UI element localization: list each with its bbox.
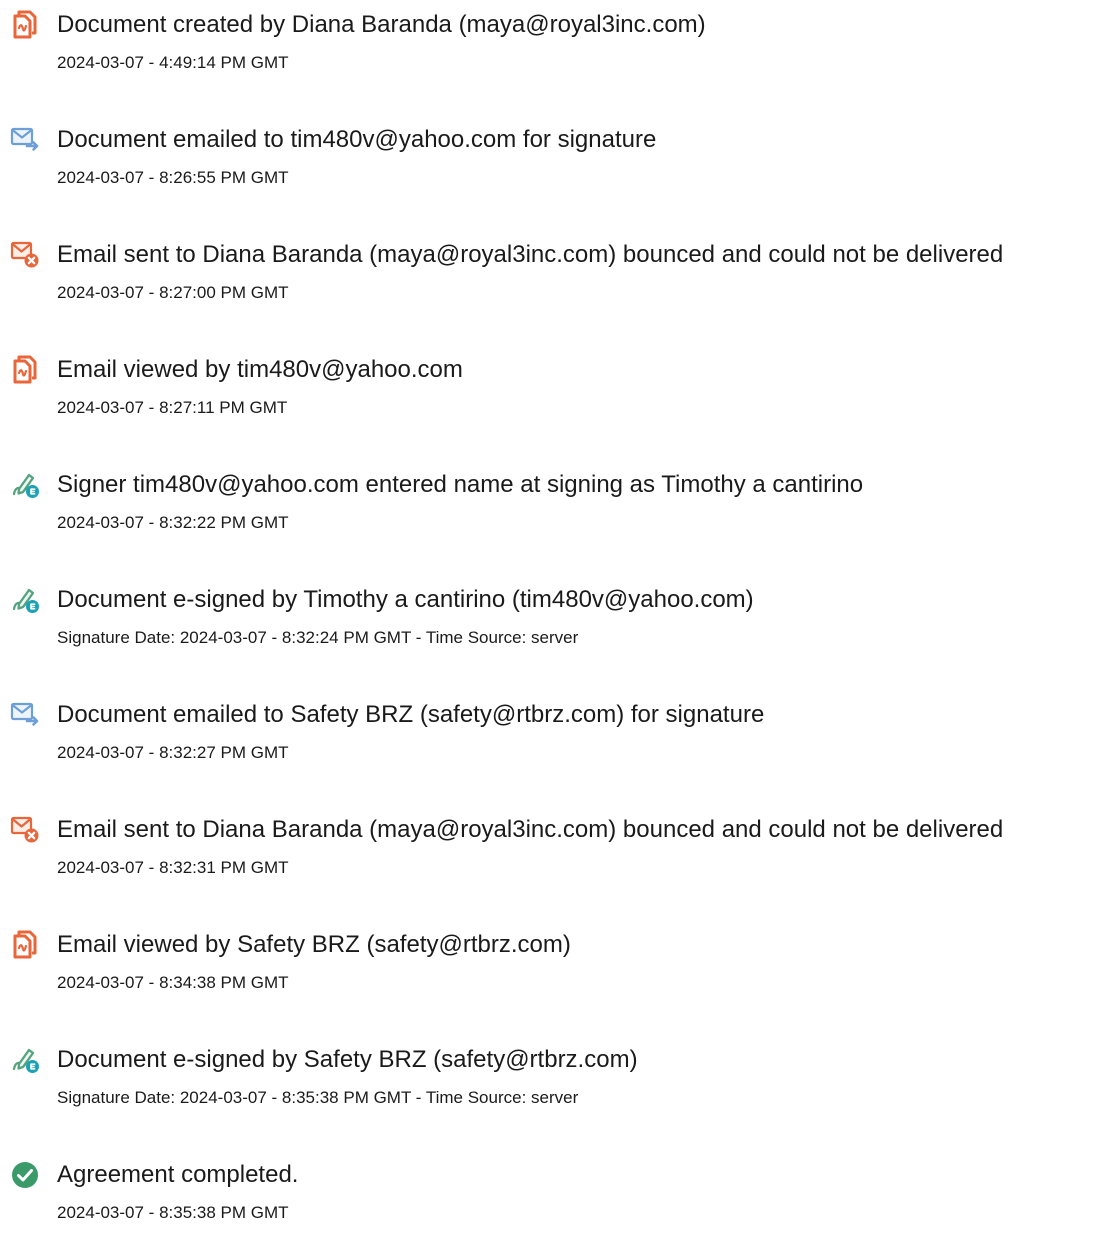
audit-event: Email viewed by Safety BRZ (safety@rtbrz… [0,920,1109,1020]
audit-event: Signer tim480v@yahoo.com entered name at… [0,460,1109,560]
audit-event: Agreement completed. 2024-03-07 - 8:35:3… [0,1150,1109,1250]
email-bounced-icon [10,814,40,844]
event-title: Email sent to Diana Baranda (maya@royal3… [57,241,1004,268]
audit-event: Document e-signed by Timothy a cantirino… [0,575,1109,675]
audit-event: Document emailed to Safety BRZ (safety@r… [0,690,1109,790]
document-icon [10,9,40,39]
esign-icon [10,584,40,614]
document-icon [10,929,40,959]
email-sent-icon [10,124,40,154]
event-signature-date: Signature Date: 2024-03-07 - 8:32:24 PM … [57,628,579,647]
event-timestamp: 2024-03-07 - 4:49:14 PM GMT [57,53,289,72]
event-title: Email sent to Diana Baranda (maya@royal3… [57,816,1004,843]
event-timestamp: 2024-03-07 - 8:32:27 PM GMT [57,743,289,762]
audit-event: Document created by Diana Baranda (maya@… [0,0,1109,100]
event-timestamp: 2024-03-07 - 8:27:00 PM GMT [57,283,289,302]
audit-event: Document e-signed by Safety BRZ (safety@… [0,1035,1109,1135]
event-title: Email viewed by tim480v@yahoo.com [57,356,463,383]
audit-event: Document emailed to tim480v@yahoo.com fo… [0,115,1109,215]
event-title: Document created by Diana Baranda (maya@… [57,11,706,38]
checkmark-circle-icon [10,1159,40,1189]
audit-event: Email sent to Diana Baranda (maya@royal3… [0,230,1109,330]
email-bounced-icon [10,239,40,269]
event-timestamp: 2024-03-07 - 8:32:31 PM GMT [57,858,289,877]
event-title: Document emailed to Safety BRZ (safety@r… [57,701,765,728]
event-title: Email viewed by Safety BRZ (safety@rtbrz… [57,931,571,958]
esign-icon [10,1044,40,1074]
event-title: Document emailed to tim480v@yahoo.com fo… [57,126,657,153]
event-title: Signer tim480v@yahoo.com entered name at… [57,471,864,498]
audit-event: Email viewed by tim480v@yahoo.com 2024-0… [0,345,1109,445]
event-timestamp: 2024-03-07 - 8:35:38 PM GMT [57,1203,289,1222]
event-title: Document e-signed by Timothy a cantirino… [57,586,754,613]
audit-event: Email sent to Diana Baranda (maya@royal3… [0,805,1109,905]
event-timestamp: 2024-03-07 - 8:27:11 PM GMT [57,398,288,417]
event-title: Agreement completed. [57,1161,299,1188]
esign-icon [10,469,40,499]
event-timestamp: 2024-03-07 - 8:34:38 PM GMT [57,973,289,992]
event-timestamp: 2024-03-07 - 8:32:22 PM GMT [57,513,289,532]
event-timestamp: 2024-03-07 - 8:26:55 PM GMT [57,168,289,187]
email-sent-icon [10,699,40,729]
event-title: Document e-signed by Safety BRZ (safety@… [57,1046,638,1073]
document-icon [10,354,40,384]
event-signature-date: Signature Date: 2024-03-07 - 8:35:38 PM … [57,1088,579,1107]
